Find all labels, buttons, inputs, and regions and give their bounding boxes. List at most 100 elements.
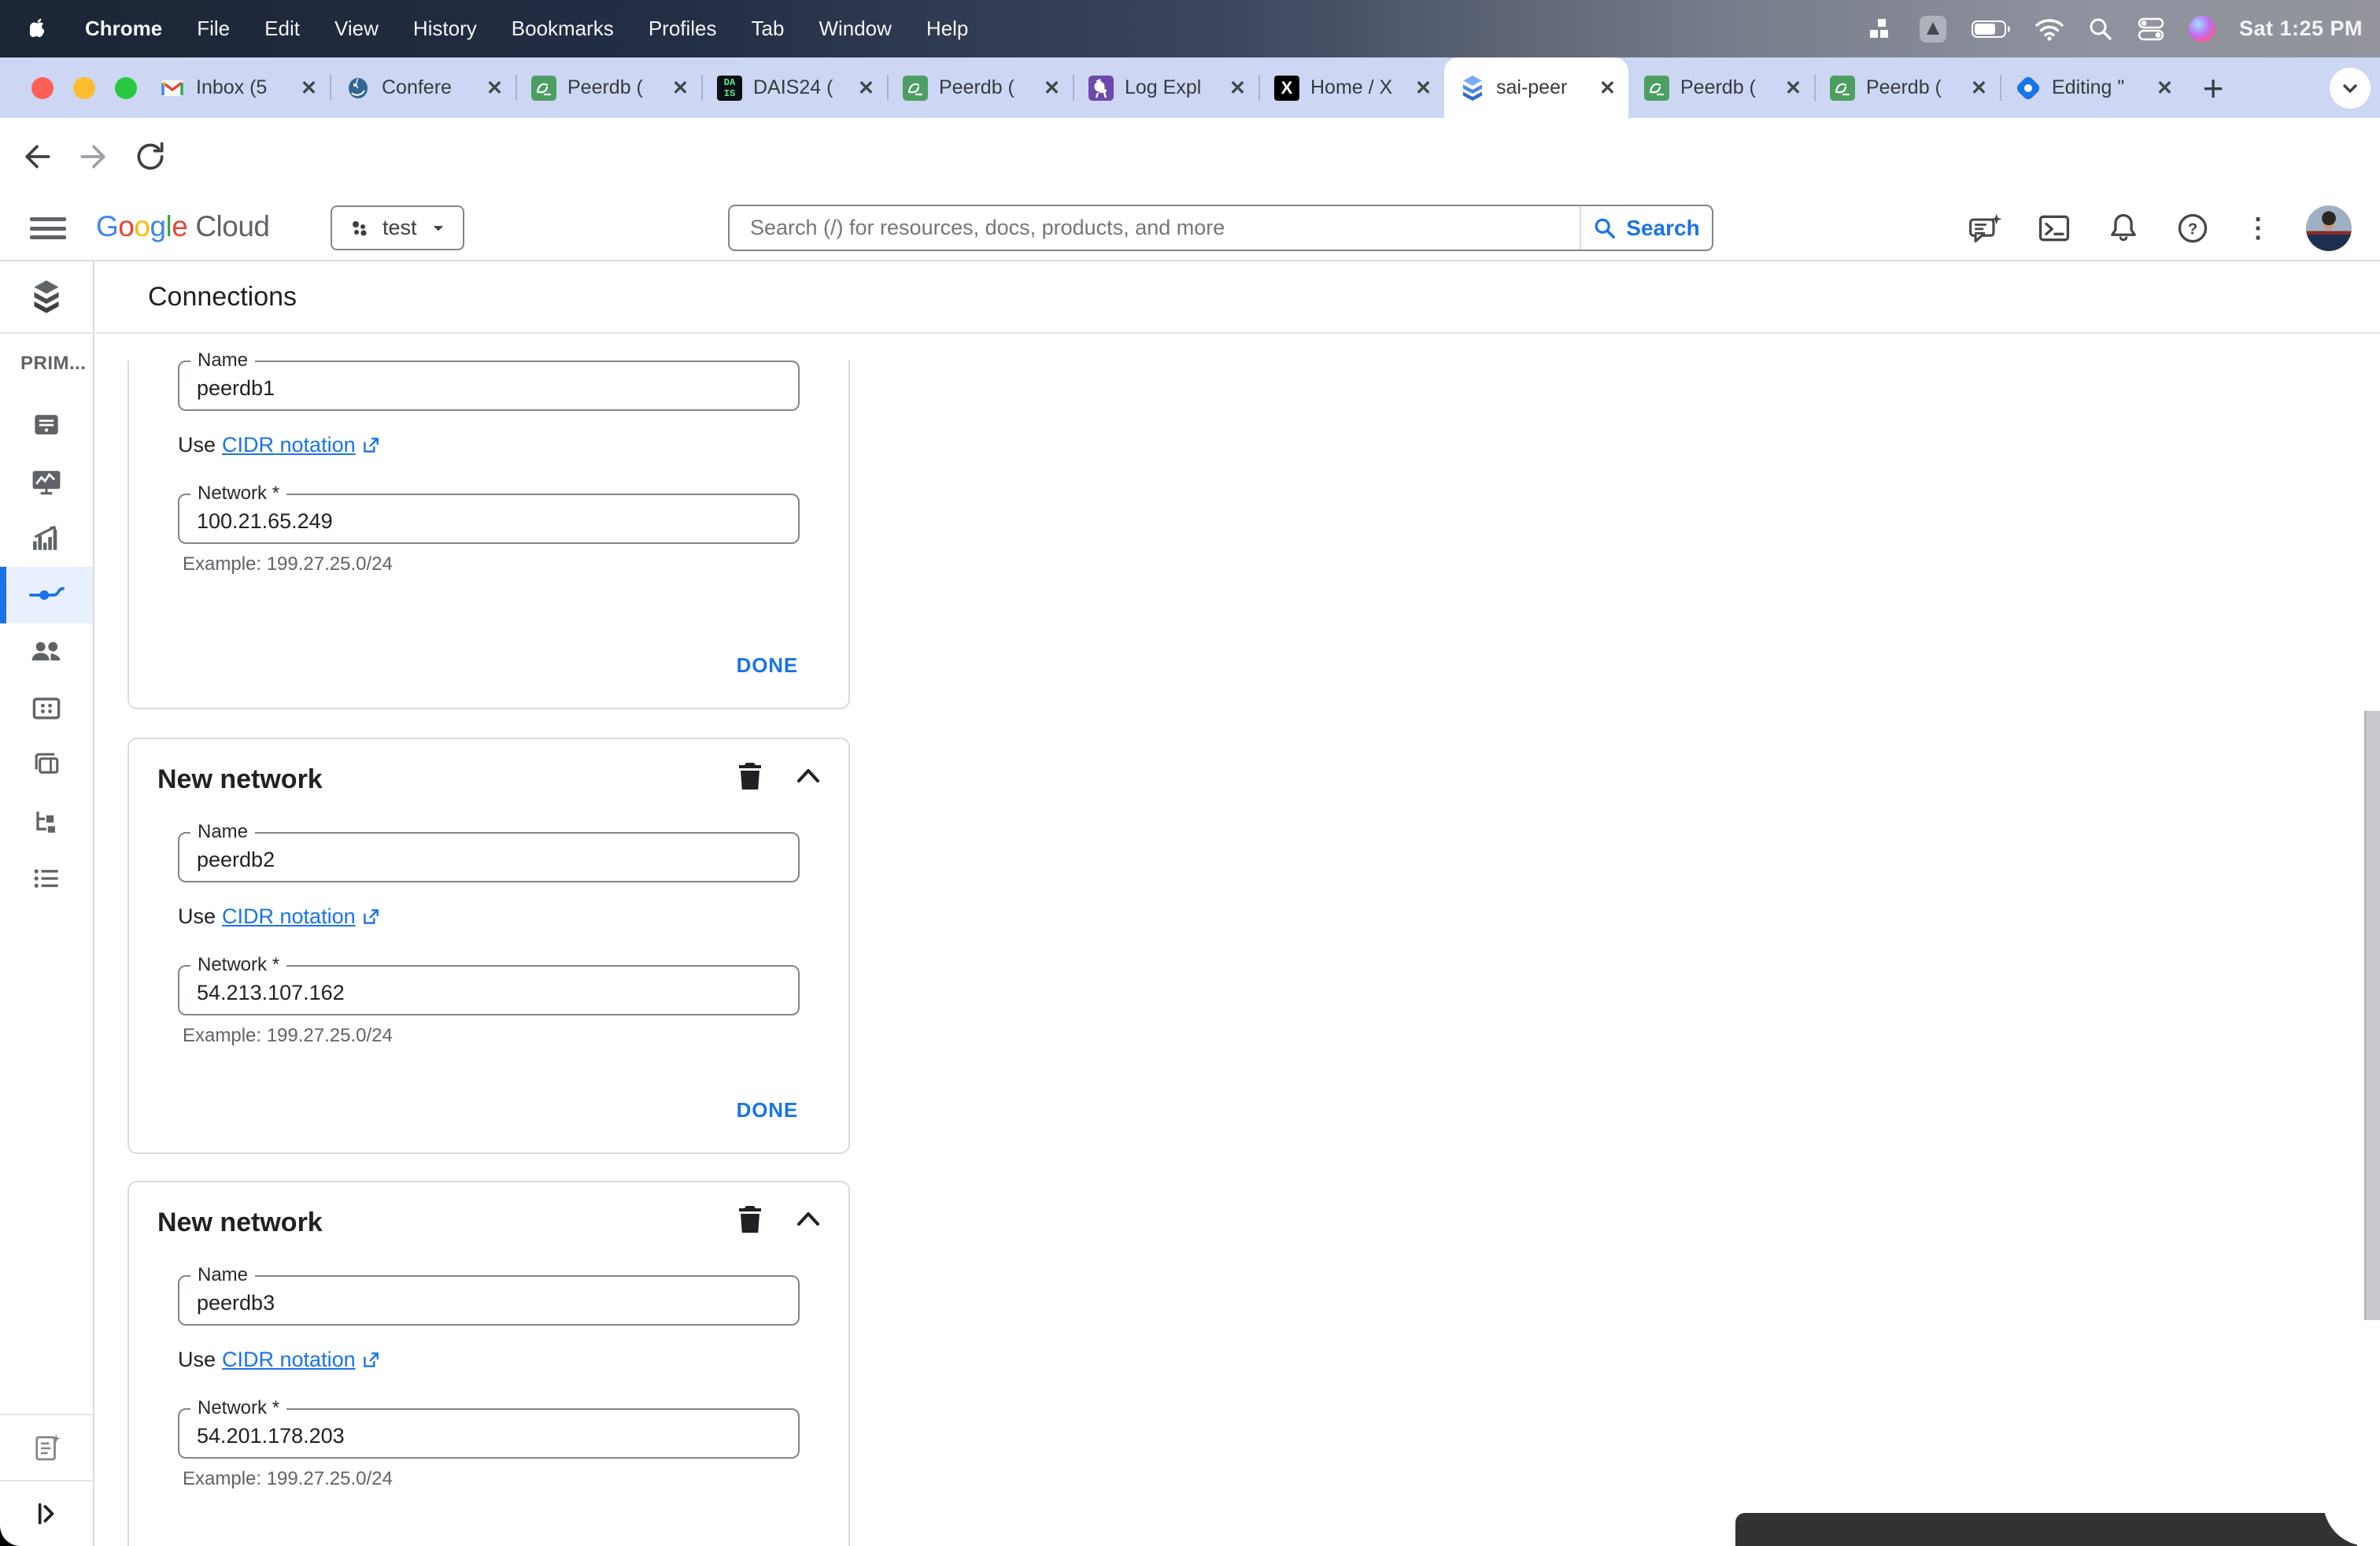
sidebar-item-replicas[interactable] bbox=[0, 793, 93, 850]
forward-button[interactable] bbox=[76, 139, 112, 175]
cloud-search-input[interactable] bbox=[730, 216, 1580, 240]
tab-editing[interactable]: Editing " ✕ bbox=[2000, 57, 2186, 118]
back-button[interactable] bbox=[19, 139, 55, 175]
notifications-bell-icon[interactable] bbox=[2106, 211, 2141, 246]
cidr-notation-link[interactable]: CIDR notation bbox=[222, 1348, 381, 1372]
reload-button[interactable] bbox=[132, 139, 168, 175]
menu-item-view[interactable]: View bbox=[334, 17, 379, 41]
menu-item-tab[interactable]: Tab bbox=[752, 17, 785, 41]
network-field-label: Network * bbox=[190, 483, 287, 505]
more-options-icon[interactable]: ⋮ bbox=[2245, 213, 2271, 244]
name-input[interactable] bbox=[178, 361, 800, 411]
close-tab-icon[interactable]: ✕ bbox=[858, 76, 874, 100]
project-icon bbox=[353, 220, 367, 236]
menu-item-edit[interactable]: Edit bbox=[264, 17, 300, 41]
battery-icon[interactable] bbox=[1971, 19, 2011, 39]
spotlight-icon[interactable] bbox=[2088, 17, 2113, 42]
menu-item-profiles[interactable]: Profiles bbox=[649, 17, 717, 41]
close-tab-icon[interactable]: ✕ bbox=[486, 76, 503, 100]
release-notes-button[interactable] bbox=[0, 1414, 93, 1480]
done-button[interactable]: DONE bbox=[737, 1098, 798, 1123]
tab-peerdb-1[interactable]: Peerdb ( ✕ bbox=[516, 57, 701, 118]
tab-sai-peerdb-active[interactable]: sai-peer ✕ bbox=[1444, 57, 1628, 118]
vertical-scrollbar[interactable] bbox=[2364, 711, 2380, 1320]
menu-item-chrome[interactable]: Chrome bbox=[85, 17, 162, 41]
trash-icon bbox=[739, 763, 761, 790]
menu-item-help[interactable]: Help bbox=[926, 17, 968, 41]
close-tab-icon[interactable]: ✕ bbox=[1971, 76, 1987, 100]
tab-peerdb-3[interactable]: Peerdb ( ✕ bbox=[1628, 57, 1814, 118]
cloud-search-button[interactable]: Search bbox=[1580, 206, 1712, 250]
name-input[interactable] bbox=[178, 1275, 800, 1326]
backups-icon bbox=[35, 753, 59, 774]
account-avatar[interactable] bbox=[2306, 205, 2352, 251]
tab-peerdb-2[interactable]: Peerdb ( ✕ bbox=[887, 57, 1073, 118]
tab-dais24[interactable]: DA IS DAIS24 ( ✕ bbox=[701, 57, 887, 118]
menu-item-file[interactable]: File bbox=[197, 17, 230, 41]
wifi-icon[interactable] bbox=[2034, 17, 2064, 41]
close-window-button[interactable] bbox=[31, 77, 54, 99]
sidebar-item-databases[interactable] bbox=[0, 680, 93, 737]
stats-icon[interactable] bbox=[1868, 16, 1894, 43]
collapse-card-button[interactable] bbox=[795, 1209, 822, 1230]
sidebar-item-query-insights[interactable] bbox=[0, 510, 93, 567]
new-tab-button[interactable]: + bbox=[2186, 57, 2241, 118]
close-tab-icon[interactable]: ✕ bbox=[2156, 76, 2173, 100]
done-button[interactable]: DONE bbox=[737, 653, 798, 678]
tab-peerdb-4[interactable]: Peerdb ( ✕ bbox=[1814, 57, 2000, 118]
maximize-window-button[interactable] bbox=[115, 77, 137, 99]
cidr-notation-link[interactable]: CIDR notation bbox=[222, 433, 381, 457]
close-tab-icon[interactable]: ✕ bbox=[1415, 76, 1432, 100]
menu-item-bookmarks[interactable]: Bookmarks bbox=[512, 17, 614, 41]
cidr-notation-link[interactable]: CIDR notation bbox=[222, 904, 381, 929]
network-example: Example: 199.27.25.0/24 bbox=[183, 1468, 393, 1489]
gemini-assist-icon[interactable] bbox=[1968, 211, 2002, 246]
close-tab-icon[interactable]: ✕ bbox=[1599, 76, 1616, 100]
name-input[interactable] bbox=[178, 832, 800, 882]
use-text: Use bbox=[178, 1348, 216, 1371]
network-field-label: Network * bbox=[190, 954, 287, 976]
delete-network-button[interactable] bbox=[737, 1204, 763, 1234]
close-tab-icon[interactable]: ✕ bbox=[672, 76, 689, 100]
network-card-peerdb1: Name Use CIDR notation Network * Example… bbox=[128, 350, 850, 709]
tab-log-explorer[interactable]: Log Expl ✕ bbox=[1073, 57, 1258, 118]
cidr-help-row: Use CIDR notation bbox=[178, 1348, 820, 1372]
minimize-window-button[interactable] bbox=[73, 77, 95, 99]
nav-menu-icon[interactable] bbox=[30, 213, 66, 244]
close-tab-icon[interactable]: ✕ bbox=[301, 76, 317, 100]
tab-search-chevron-button[interactable] bbox=[2330, 68, 2371, 109]
tab-inbox[interactable]: Inbox (5 ✕ bbox=[144, 57, 330, 118]
tab-label: Confere bbox=[382, 76, 452, 98]
cloud-search-bar[interactable]: Search bbox=[728, 205, 1713, 251]
browser-toolbar: console.cloud.google.com/sql/instances/s… bbox=[0, 118, 2380, 301]
google-cloud-logo[interactable]: Google Cloud bbox=[96, 210, 270, 243]
close-tab-icon[interactable]: ✕ bbox=[1044, 76, 1060, 100]
sidebar-item-overview[interactable] bbox=[0, 397, 93, 453]
apple-logo-icon[interactable] bbox=[30, 17, 50, 41]
background-window-bar bbox=[1735, 1513, 2357, 1546]
siri-icon[interactable] bbox=[2188, 15, 2216, 43]
delete-network-button[interactable] bbox=[737, 761, 763, 791]
cloud-shell-icon[interactable] bbox=[2037, 211, 2071, 246]
collapse-card-button[interactable] bbox=[795, 766, 822, 786]
help-icon[interactable]: ? bbox=[2175, 211, 2210, 246]
cloud-sql-product-icon[interactable] bbox=[0, 261, 93, 334]
menu-item-history[interactable]: History bbox=[413, 17, 477, 41]
project-picker[interactable]: test bbox=[331, 205, 464, 250]
close-tab-icon[interactable]: ✕ bbox=[1229, 76, 1246, 100]
close-tab-icon[interactable]: ✕ bbox=[1785, 76, 1802, 100]
tab-label: Editing " bbox=[2052, 76, 2125, 98]
sidebar-item-connections[interactable] bbox=[0, 567, 93, 623]
menu-item-window[interactable]: Window bbox=[819, 17, 891, 41]
control-center-icon[interactable] bbox=[2137, 17, 2165, 42]
app-icon[interactable] bbox=[1918, 14, 1948, 44]
sidebar-item-backups[interactable] bbox=[0, 737, 93, 793]
sidebar-item-operations[interactable] bbox=[0, 850, 93, 907]
instance-overview-icon bbox=[35, 415, 58, 435]
gmail-icon bbox=[160, 76, 185, 101]
sidebar-item-users[interactable] bbox=[0, 623, 93, 680]
sidebar-item-system-insights[interactable] bbox=[0, 453, 93, 510]
tab-label: sai-peer bbox=[1496, 76, 1568, 98]
tab-x-home[interactable]: X Home / X ✕ bbox=[1258, 57, 1444, 118]
tab-conference[interactable]: Confere ✕ bbox=[330, 57, 516, 118]
